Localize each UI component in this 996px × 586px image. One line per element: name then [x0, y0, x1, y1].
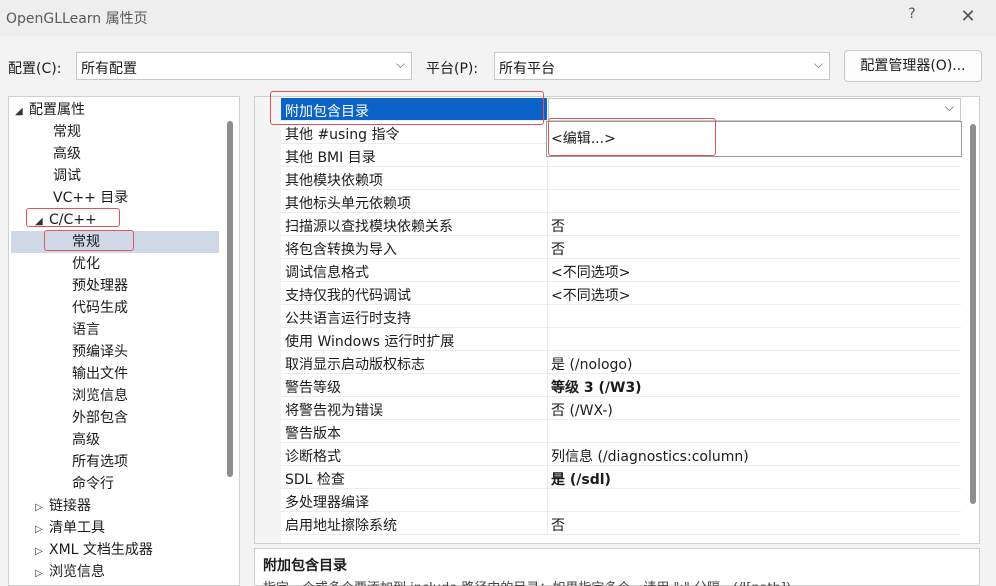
- grid-row[interactable]: 将包含转换为导入否: [281, 236, 961, 259]
- configuration-row: 配置(C): 所有配置 ⌵ 平台(P): 所有平台 ⌵ 配置管理器(O)...: [0, 44, 996, 88]
- tree-item-vc-directories[interactable]: VC++ 目录: [53, 187, 128, 209]
- tree-item-all-options[interactable]: 所有选项: [72, 451, 128, 473]
- tree-item-command-line[interactable]: 命令行: [72, 473, 114, 495]
- expanded-arrow-icon[interactable]: ◢: [35, 211, 49, 233]
- config-label: 配置(C):: [8, 61, 62, 77]
- tree-item-language[interactable]: 语言: [72, 319, 100, 341]
- expanded-arrow-icon[interactable]: ◢: [15, 101, 29, 123]
- tree-item-c-cpp-general[interactable]: 常规: [11, 231, 219, 253]
- close-icon[interactable]: ✕: [956, 5, 980, 29]
- tree-item-linker[interactable]: ▷ 链接器: [35, 495, 91, 517]
- collapsed-arrow-icon[interactable]: ▷: [35, 519, 49, 541]
- tree-item-precompiled-headers[interactable]: 预编译头: [72, 341, 128, 363]
- help-icon[interactable]: ?: [902, 6, 922, 28]
- tree-item-advanced-cpp[interactable]: 高级: [72, 429, 100, 451]
- tree-item-advanced[interactable]: 高级: [53, 143, 81, 165]
- tree-item-config-properties[interactable]: ◢ 配置属性: [15, 99, 85, 121]
- property-grid: 附加包含目录 ⌵ 其他 #using 指令 其他 BMI 目录 其他模块依赖项 …: [254, 96, 980, 544]
- configuration-manager-button[interactable]: 配置管理器(O)...: [844, 50, 982, 82]
- description-text: 指定一个或多个要添加到 include 路径中的目录；如果指定多个，请用 ";"…: [263, 577, 791, 586]
- platform-label: 平台(P):: [426, 61, 479, 77]
- grid-row-additional-include-dirs[interactable]: 附加包含目录 ⌵: [281, 98, 961, 121]
- tree-item-external-includes[interactable]: 外部包含: [72, 407, 128, 429]
- description-title: 附加包含目录: [263, 558, 347, 574]
- tree-item-general[interactable]: 常规: [53, 121, 81, 143]
- collapsed-arrow-icon[interactable]: ▷: [35, 497, 49, 519]
- tree-item-c-cpp[interactable]: ◢ C/C++: [35, 209, 97, 231]
- grid-row[interactable]: 公共语言运行时支持: [281, 305, 961, 328]
- tree-item-xml-doc-generator[interactable]: ▷ XML 文档生成器: [35, 539, 153, 561]
- grid-row[interactable]: 警告等级 等级 3 (/W3): [281, 374, 961, 397]
- grid-row[interactable]: 取消显示启动版权标志是 (/nologo): [281, 351, 961, 374]
- grid-row[interactable]: 调试信息格式 <不同选项>: [281, 259, 961, 282]
- property-tree: ◢ 配置属性 常规 高级 调试 VC++ 目录 ◢ C/C++ 常规 优化 预处理器…: [8, 96, 240, 586]
- platform-combo[interactable]: 所有平台 ⌵: [494, 52, 830, 80]
- tree-item-browse-information[interactable]: 浏览信息: [72, 385, 128, 407]
- title-bar: OpenGLLearn 属性页 ? ✕: [0, 0, 996, 36]
- grid-row[interactable]: 警告版本: [281, 420, 961, 443]
- tree-item-output-files[interactable]: 输出文件: [72, 363, 128, 385]
- grid-row[interactable]: 启用地址擦除系统否: [281, 512, 961, 535]
- tree-scrollbar[interactable]: [227, 121, 233, 477]
- tree-item-preprocessor[interactable]: 预处理器: [72, 275, 128, 297]
- tree-item-manifest-tool[interactable]: ▷ 清单工具: [35, 517, 105, 539]
- edit-option[interactable]: <编辑...>: [551, 128, 616, 148]
- grid-row[interactable]: 诊断格式 列信息 (/diagnostics:column): [281, 443, 961, 466]
- tree-item-debugging[interactable]: 调试: [53, 165, 81, 187]
- grid-row[interactable]: SDL 检查是 (/sdl): [281, 466, 961, 489]
- chevron-down-icon: ⌵: [813, 57, 823, 71]
- tree-item-optimization[interactable]: 优化: [72, 253, 100, 275]
- grid-scrollbar[interactable]: [970, 124, 976, 504]
- config-value: 所有配置: [81, 61, 137, 77]
- description-panel: 附加包含目录 指定一个或多个要添加到 include 路径中的目录；如果指定多个…: [254, 548, 980, 586]
- grid-row[interactable]: 多处理器编译: [281, 489, 961, 512]
- window-title: OpenGLLearn 属性页: [6, 11, 148, 27]
- include-dirs-dropdown: <编辑...>: [546, 121, 962, 157]
- collapsed-arrow-icon[interactable]: ▷: [35, 541, 49, 563]
- grid-row[interactable]: 其他标头单元依赖项: [281, 190, 961, 213]
- value-editor[interactable]: ⌵: [548, 98, 961, 121]
- chevron-down-icon[interactable]: ⌵: [945, 100, 954, 115]
- grid-gutter: [255, 97, 281, 543]
- config-combo[interactable]: 所有配置 ⌵: [76, 52, 412, 80]
- chevron-down-icon: ⌵: [395, 57, 405, 71]
- grid-row[interactable]: 其他模块依赖项: [281, 167, 961, 190]
- grid-row[interactable]: 支持仅我的代码调试 <不同选项>: [281, 282, 961, 305]
- collapsed-arrow-icon[interactable]: ▷: [35, 563, 49, 585]
- grid-row[interactable]: 使用 Windows 运行时扩展: [281, 328, 961, 351]
- tree-item-code-generation[interactable]: 代码生成: [72, 297, 128, 319]
- platform-value: 所有平台: [499, 61, 555, 77]
- tree-item-browse-info[interactable]: ▷ 浏览信息: [35, 561, 105, 583]
- grid-row[interactable]: 扫描源以查找模块依赖关系否: [281, 213, 961, 236]
- grid-row[interactable]: 将警告视为错误否 (/WX-): [281, 397, 961, 420]
